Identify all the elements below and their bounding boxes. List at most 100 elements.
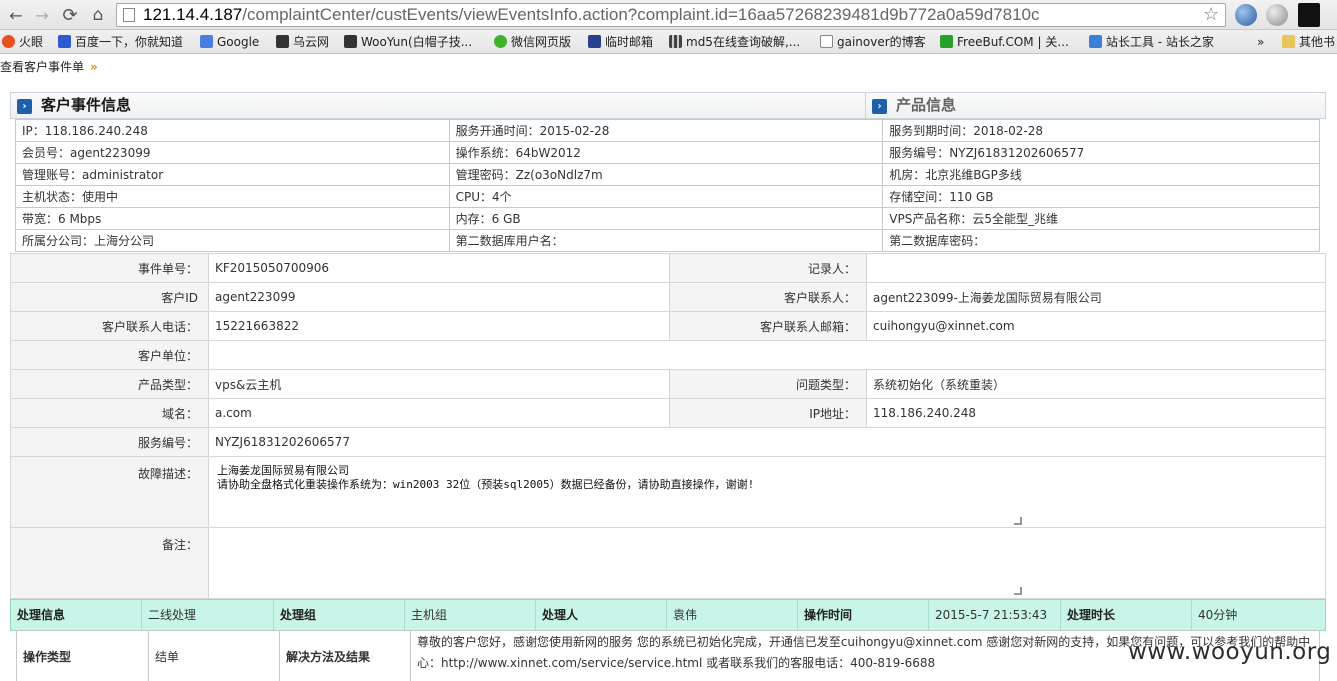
- wooyun-icon: [344, 35, 357, 48]
- phone-label: 客户联系人电话：: [10, 311, 209, 341]
- bookmark-star-icon[interactable]: ☆: [1203, 4, 1219, 25]
- op-type-label: 操作类型: [17, 631, 149, 681]
- mask-extension-icon[interactable]: [1298, 3, 1320, 27]
- bookmark-label: Google: [217, 35, 260, 49]
- table-row: 主机状态：使用中 CPU：4个 存储空间：110 GB: [15, 185, 1320, 208]
- forward-arrow-icon[interactable]: →: [30, 3, 54, 27]
- remark-textarea[interactable]: [209, 528, 1023, 596]
- issue-type-label: 问题类型：: [669, 369, 867, 399]
- time-value: 2015-5-7 21:53:43: [929, 600, 1061, 630]
- page-icon: [820, 35, 833, 48]
- bookmark-label: 百度一下，你就知道: [75, 35, 184, 49]
- proxy-extension-icon[interactable]: [1266, 4, 1288, 26]
- remark-label: 备注：: [10, 527, 209, 599]
- spec-cell: 第二数据库密码：: [882, 229, 1320, 252]
- bookmark-item[interactable]: 火眼: [2, 34, 43, 50]
- bookmark-label: gainover的博客: [837, 35, 926, 49]
- process-group-value: 主机组: [405, 600, 536, 630]
- resize-grip-icon[interactable]: [1014, 587, 1022, 595]
- google-icon: [200, 35, 213, 48]
- customer-id-label: 客户ID: [10, 282, 209, 312]
- watermark: www.wooyun.org: [1128, 639, 1332, 665]
- recorder-label: 记录人：: [669, 253, 867, 283]
- bookmark-item[interactable]: 乌云网: [276, 34, 329, 50]
- unit-value: [208, 340, 1326, 370]
- product-panel-header[interactable]: › 产品信息: [865, 92, 1326, 119]
- domain-label: 域名：: [10, 398, 209, 428]
- chevron-right-icon: ›: [872, 99, 887, 114]
- home-icon[interactable]: ⌂: [86, 3, 110, 27]
- email-label: 客户联系人邮箱：: [669, 311, 867, 341]
- fault-cell: 上海姜龙国际贸易有限公司 请协助全盘格式化重装操作系统为：win2003 32位…: [208, 456, 1326, 528]
- reload-icon[interactable]: ⟳: [58, 3, 82, 27]
- table-row: 备注：: [10, 527, 1326, 599]
- spec-cell: 内存：6 GB: [448, 207, 884, 230]
- fault-label: 故障描述：: [10, 456, 209, 528]
- solution-label: 解决方法及结果: [280, 631, 411, 681]
- table-row: 事件单号： KF2015050700906 记录人：: [10, 253, 1326, 283]
- spec-cell: 所属分公司：上海分公司: [15, 229, 450, 252]
- spec-cell: 管理账号：administrator: [15, 163, 450, 186]
- bookmark-item[interactable]: WooYun(白帽子技...: [344, 34, 472, 50]
- spec-cell: 主机状态：使用中: [15, 185, 450, 208]
- bookmark-label: FreeBuf.COM | 关...: [957, 35, 1069, 49]
- table-row: 管理账号：administrator 管理密码：Zz(o3oNdlz7m 机房：北京…: [15, 163, 1320, 186]
- table-row: IP：118.186.240.248 服务开通时间：2015-02-28 服务到期时…: [15, 119, 1320, 142]
- spec-cell: 操作系统：64bW2012: [448, 141, 884, 164]
- chevron-right-icon: ›: [17, 99, 32, 114]
- fire-eye-icon: [2, 35, 15, 48]
- baidu-icon: [58, 35, 71, 48]
- panel-title: 产品信息: [896, 96, 957, 114]
- spec-cell: 带宽：6 Mbps: [15, 207, 450, 230]
- table-row: 带宽：6 Mbps 内存：6 GB VPS产品名称：云5全能型_兆维: [15, 207, 1320, 230]
- chinaz-icon: [1089, 35, 1102, 48]
- breadcrumb-text: 查看客户事件单: [0, 60, 85, 74]
- spec-cell: 管理密码：Zz(o3oNdlz7m: [448, 163, 884, 186]
- url-host: 121.14.4.187: [143, 5, 243, 24]
- bookmark-label: 临时邮箱: [605, 35, 654, 49]
- bookmark-item[interactable]: 临时邮箱: [588, 34, 653, 50]
- panel-title: 客户事件信息: [41, 96, 132, 114]
- spec-cell: 服务编号：NYZJ61831202606577: [882, 141, 1320, 164]
- fault-line: 上海姜龙国际贸易有限公司: [217, 464, 349, 477]
- bookmark-item[interactable]: 微信网页版: [494, 34, 571, 50]
- bookmarks-overflow[interactable]: »: [1257, 34, 1264, 50]
- process-info-label: 处理信息: [11, 600, 142, 630]
- bookmark-item[interactable]: Google: [200, 34, 259, 50]
- event-detail-table: 事件单号： KF2015050700906 记录人： 客户ID agent223…: [10, 253, 1326, 599]
- spec-cell: VPS产品名称：云5全能型_兆维: [882, 207, 1320, 230]
- service-no-value: NYZJ61831202606577: [208, 427, 1326, 457]
- fault-description-textarea[interactable]: 上海姜龙国际贸易有限公司 请协助全盘格式化重装操作系统为：win2003 32位…: [209, 460, 1023, 526]
- ip-value: 118.186.240.248: [866, 398, 1326, 428]
- process-info-value: 二线处理: [142, 600, 274, 630]
- browser-toolbar: ← → ⟳ ⌂ 121.14.4.187/complaintCenter/cus…: [0, 0, 1337, 30]
- bookmark-label: 乌云网: [293, 35, 330, 49]
- fault-line: 请协助全盘格式化重装操作系统为：win2003 32位（预装sql2005）数据…: [217, 478, 755, 491]
- bookmark-label: 火眼: [19, 35, 44, 49]
- spec-cell: 存储空间：110 GB: [882, 185, 1320, 208]
- bookmark-item[interactable]: 站长工具 - 站长之家: [1089, 34, 1214, 50]
- bookmark-item[interactable]: 百度一下，你就知道: [58, 34, 183, 50]
- address-bar[interactable]: 121.14.4.187/complaintCenter/custEvents/…: [116, 3, 1226, 27]
- bookmark-label: 其他书: [1299, 35, 1336, 49]
- bookmark-folder[interactable]: 其他书: [1282, 34, 1335, 50]
- bookmark-label: WooYun(白帽子技...: [361, 35, 473, 49]
- remark-cell: [208, 527, 1326, 599]
- specs-table: IP：118.186.240.248 服务开通时间：2015-02-28 服务到期时…: [15, 119, 1320, 252]
- spec-cell: 服务到期时间：2018-02-28: [882, 119, 1320, 142]
- globe-extension-icon[interactable]: [1235, 4, 1257, 26]
- contact-label: 客户联系人：: [669, 282, 867, 312]
- folder-icon: [1282, 35, 1295, 48]
- resize-grip-icon[interactable]: [1014, 517, 1022, 525]
- bookmark-item[interactable]: gainover的博客: [820, 34, 926, 50]
- handler-label: 处理人: [536, 600, 667, 630]
- bookmark-item[interactable]: md5在线查询破解,...: [669, 34, 800, 50]
- bookmark-item[interactable]: FreeBuf.COM | 关...: [940, 34, 1069, 50]
- spec-cell: 服务开通时间：2015-02-28: [448, 119, 884, 142]
- back-arrow-icon[interactable]: ←: [4, 3, 28, 27]
- table-row: 产品类型： vps&云主机 问题类型： 系统初始化（系统重装）: [10, 369, 1326, 399]
- issue-type-value: 系统初始化（系统重装）: [866, 369, 1326, 399]
- table-row: 客户ID agent223099 客户联系人： agent223099-上海姜龙…: [10, 282, 1326, 312]
- handler-value: 袁伟: [667, 600, 798, 630]
- spec-cell: 机房：北京兆维BGP多线: [882, 163, 1320, 186]
